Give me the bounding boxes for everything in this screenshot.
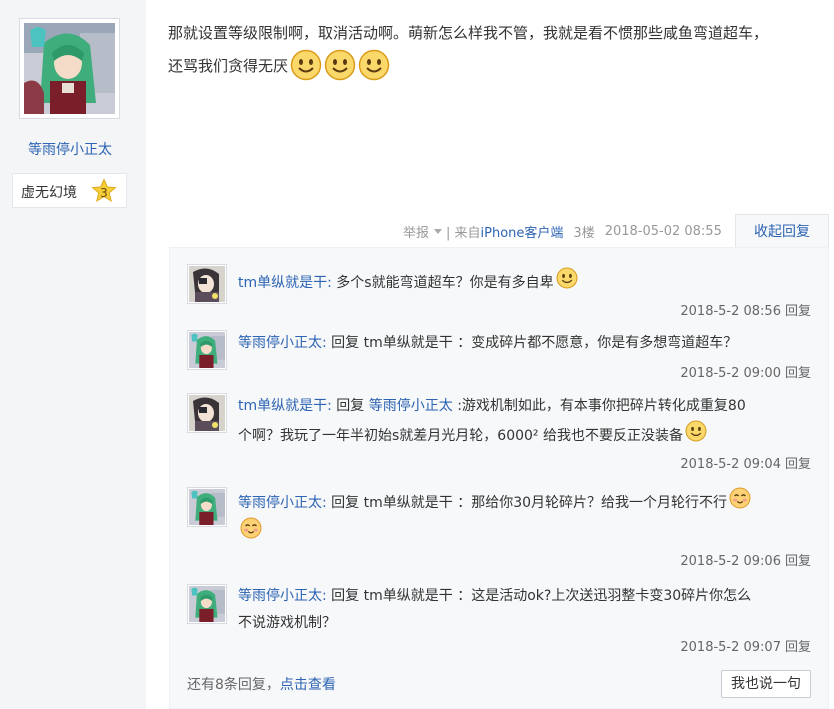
floor-number: 3楼 [573,226,595,241]
reply-body: 等雨停小正太: 回复 tm单纵就是干 ：那给你30月轮碎片？给我一个月轮行不行 [238,487,813,547]
reply-body: 等雨停小正太: 回复 tm单纵就是干 ：变成碎片都不愿意，你是有多想弯道超车？ [238,330,813,357]
level-number: 3 [100,186,108,200]
reply-line1: 等雨停小正太: 回复 tm单纵就是干 ：这是活动ok?上次送迅羽整卡变30碎片你… [238,583,813,610]
sub-reply-panel: tm单纵就是干: 多个s就能弯道超车？你是有多自卑 2018-5-2 08:56… [169,247,829,709]
anime-avatar-green-hair-icon [24,23,115,114]
anime-avatar-green-hair-icon [189,586,225,622]
blushing-face-icon [729,487,751,509]
reply-content: ：变成碎片都不愿意，你是有多想弯道超车？ [452,335,738,351]
reply-content-line2: 个啊？我玩了一年半初始s就差月光月轮，6000² 给我也不要反正没装备 [238,428,683,444]
author-sidebar: 等雨停小正太 虚无幻境 3 [0,0,146,709]
reply-button[interactable]: 回复 [785,304,811,319]
reply-line1: 等雨停小正太: 回复 tm单纵就是干 ：那给你30月轮碎片？给我一个月轮行不行 [238,487,813,517]
reply-meta: 2018-5-2 09:04 回复 [680,453,811,472]
blushing-face-icon [240,517,262,539]
reply-line2: 个啊？我玩了一年半初始s就差月光月轮，6000² 给我也不要反正没装备 [238,420,813,450]
reply-username[interactable]: tm单纵就是干: [238,275,332,291]
more-replies-text: 还有8条回复， [187,677,280,693]
reply-content-line2: 不说游戏机制？ [238,615,336,631]
reply-body: tm单纵就是干: 多个s就能弯道超车？你是有多自卑 [238,267,813,297]
reply-avatar[interactable] [187,487,227,527]
reply-time: 2018-5-2 09:04 [680,457,781,472]
reply-content: ：那给你30月轮碎片？给我一个月轮行不行 [452,495,728,511]
reply-username[interactable]: 等雨停小正太: [238,495,327,511]
smiley-face-icon [685,420,707,442]
reply-prefix: 回复 [326,335,364,351]
reply-body: 等雨停小正太: 回复 tm单纵就是干 ：这是活动ok?上次送迅羽整卡变30碎片你… [238,583,813,637]
reply-meta: 2018-5-2 09:00 回复 [680,362,811,381]
anime-avatar-dark-icon [189,266,225,302]
reply-line2: 不说游戏机制？ [238,610,813,637]
chevron-down-icon[interactable] [434,229,443,234]
reply-target: tm单纵就是干 [363,495,453,511]
reply-time: 2018-5-2 09:00 [680,366,781,381]
anime-avatar-green-hair-icon [189,332,225,368]
reply-time: 2018-5-2 09:06 [680,554,781,569]
add-reply-button[interactable]: 我也说一句 [721,670,811,698]
reply-target: tm单纵就是干 [363,588,453,604]
reply-content: 多个s就能弯道超车？你是有多自卑 [331,275,554,291]
reply-username[interactable]: tm单纵就是干: [238,398,332,414]
reply-avatar[interactable] [187,264,227,304]
anime-avatar-green-hair-icon [189,489,225,525]
reply-time: 2018-5-2 09:07 [680,640,781,655]
author-avatar[interactable] [19,18,120,119]
level-badge[interactable]: 虚无幻境 3 [12,173,127,208]
smiley-face-icon [556,267,578,289]
reply-target-link[interactable]: 等雨停小正太 [369,398,453,414]
reply-meta: 2018-5-2 09:07 回复 [680,636,811,655]
post-text-line2-row: 还骂我们贪得无厌 [168,49,390,81]
level-name: 虚无幻境 [21,185,77,201]
star-icon: 3 [91,178,117,204]
reply-avatar[interactable] [187,584,227,624]
post-text-line1: 那就设置等级限制啊，取消活动啊。萌新怎么样我不管，我就是看不惯那些咸鱼弯道超车， [168,24,769,42]
reply-avatar[interactable] [187,393,227,433]
smiley-face-icon [358,49,390,81]
reply-button[interactable]: 回复 [785,457,811,472]
reply-button[interactable]: 回复 [785,366,811,381]
reply-meta: 2018-5-2 09:06 回复 [680,550,811,569]
client-link[interactable]: iPhone客户端 [481,222,564,241]
post-text-line2: 还骂我们贪得无厌 [168,56,289,75]
reply-username[interactable]: 等雨停小正太: [238,335,327,351]
reply-body: tm单纵就是干: 回复 等雨停小正太 :游戏机制如此，有本事你把碎片转化成重复8… [238,393,813,450]
reply-content-line1: ：这是活动ok?上次送迅羽整卡变30碎片你怎么 [452,588,752,604]
reply-target: tm单纵就是干 [363,335,453,351]
reply-meta: 2018-5-2 08:56 回复 [680,300,811,319]
report-link[interactable]: 举报 [403,222,429,241]
reply-prefix: 回复 [326,588,364,604]
smiley-face-icon [290,49,322,81]
author-name[interactable]: 等雨停小正太 [0,139,140,159]
reply-button[interactable]: 回复 [785,640,811,655]
collapse-replies-button[interactable]: 收起回复 [735,214,829,248]
anime-avatar-dark-icon [189,395,225,431]
reply-time: 2018-5-2 08:56 [680,304,781,319]
post-time: 2018-05-02 08:55 [604,224,722,239]
reply-line1: tm单纵就是干: 回复 等雨停小正太 :游戏机制如此，有本事你把碎片转化成重复8… [238,393,813,420]
reply-button[interactable]: 回复 [785,554,811,569]
reply-line2 [238,517,813,547]
reply-username[interactable]: 等雨停小正太: [238,588,327,604]
reply-prefix: 回复 [326,495,364,511]
reply-content-line1: :游戏机制如此，有本事你把碎片转化成重复80 [452,398,746,414]
more-replies: 还有8条回复，点击查看 [187,674,336,694]
reply-avatar[interactable] [187,330,227,370]
reply-prefix: 回复 [331,398,369,414]
view-more-link[interactable]: 点击查看 [280,677,336,693]
smiley-face-icon [324,49,356,81]
from-prefix: | 来自 [446,226,481,241]
post-tail: 举报 | 来自 iPhone客户端 3楼 2018-05-02 08:55 [403,222,722,241]
